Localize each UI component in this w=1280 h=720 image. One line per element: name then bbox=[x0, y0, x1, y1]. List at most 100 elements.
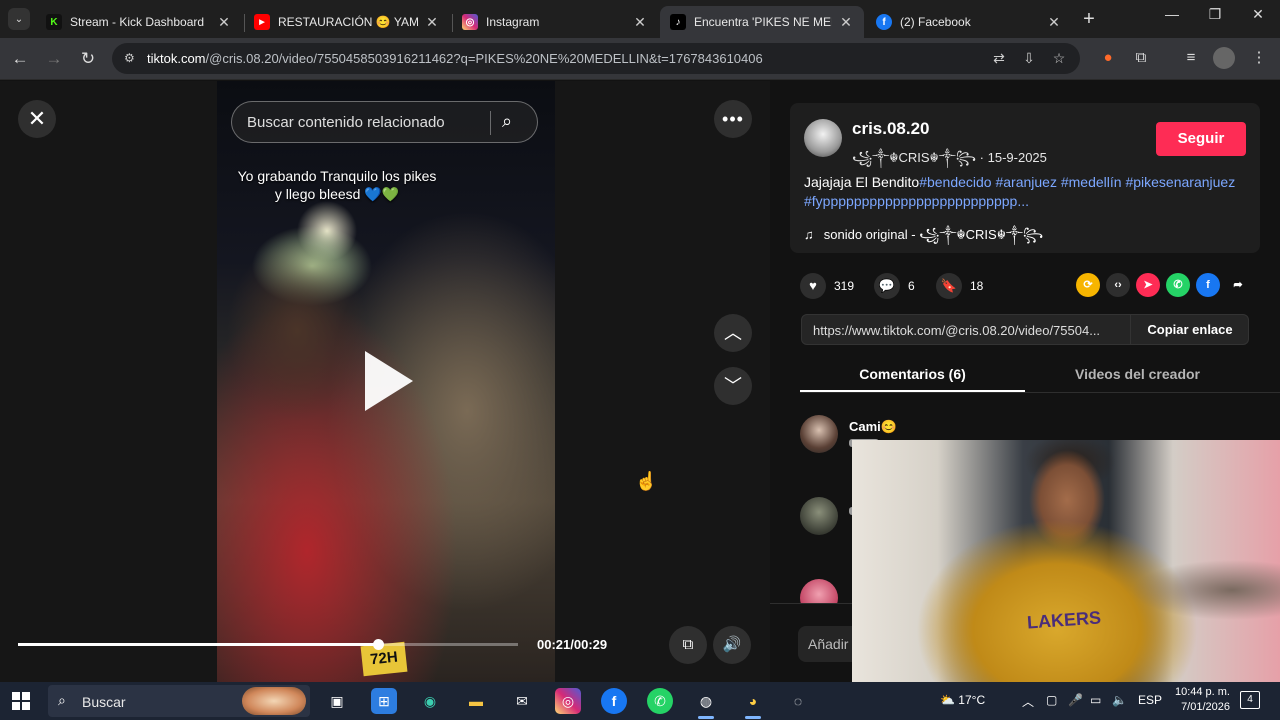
facebook-app-icon[interactable]: f bbox=[601, 688, 627, 714]
network-icon[interactable]: ▭ bbox=[1090, 693, 1101, 707]
more-options-icon[interactable]: ••• bbox=[714, 100, 752, 138]
weather-widget[interactable]: ⛅ 17°C bbox=[940, 693, 985, 707]
save-count: 18 bbox=[970, 279, 984, 293]
heart-icon: ♥ bbox=[800, 273, 826, 299]
commenter-avatar[interactable] bbox=[800, 497, 838, 535]
tab-kick[interactable]: K Stream - Kick Dashboard ✕ bbox=[36, 6, 242, 38]
url-domain: tiktok.com bbox=[147, 51, 206, 66]
extensions-puzzle-icon[interactable]: ⧉ bbox=[1130, 47, 1152, 69]
whatsapp-icon[interactable]: ✆ bbox=[1166, 273, 1190, 297]
search-highlight-image[interactable] bbox=[242, 687, 306, 715]
weather-temp: 17°C bbox=[958, 693, 986, 707]
translate-icon[interactable]: ⇄ bbox=[989, 50, 1009, 67]
minimize-icon[interactable]: — bbox=[1152, 6, 1192, 22]
repost-icon[interactable]: ⟳ bbox=[1076, 273, 1100, 297]
input-language[interactable]: ESP bbox=[1138, 693, 1162, 707]
install-app-icon[interactable]: ⇩ bbox=[1019, 50, 1039, 67]
mail-icon[interactable]: ✉ bbox=[509, 688, 535, 714]
creator-display-name: ꧁༒☬CRIS☬༒꧂ bbox=[852, 150, 977, 165]
tab-title: Stream - Kick Dashboard bbox=[70, 15, 205, 29]
whatsapp-app-icon[interactable]: ✆ bbox=[647, 688, 673, 714]
tab-title: RESTAURACIÓN 😊 YAMAHA bbox=[278, 15, 418, 29]
reload-icon[interactable]: ↻ bbox=[76, 47, 100, 71]
close-tab-icon[interactable]: ✕ bbox=[424, 14, 440, 31]
address-bar[interactable]: ⚙ tiktok.com/@cris.08.20/video/755045850… bbox=[112, 43, 1080, 74]
creator-avatar[interactable] bbox=[804, 119, 842, 157]
bookmark-star-icon[interactable]: ☆ bbox=[1049, 50, 1069, 67]
share-link-text[interactable]: https://www.tiktok.com/@cris.08.20/video… bbox=[813, 323, 1128, 338]
close-tab-icon[interactable]: ✕ bbox=[838, 14, 854, 31]
previous-video-icon[interactable]: ︿ bbox=[714, 314, 752, 352]
site-info-icon[interactable]: ⚙ bbox=[124, 51, 135, 65]
close-tab-icon[interactable]: ✕ bbox=[1046, 14, 1062, 31]
embed-icon[interactable]: ‹› bbox=[1106, 273, 1130, 297]
streamlabs-icon[interactable]: ◌ bbox=[785, 688, 811, 714]
tab-facebook[interactable]: f (2) Facebook ✕ bbox=[866, 6, 1072, 38]
task-view-icon[interactable]: ▣ bbox=[324, 688, 350, 714]
volume-icon[interactable]: 🔊 bbox=[713, 626, 751, 664]
close-window-icon[interactable]: ✕ bbox=[1238, 6, 1278, 23]
comment-count: 6 bbox=[908, 279, 915, 293]
chrome-menu-icon[interactable]: ⋮ bbox=[1248, 47, 1270, 69]
share-arrow-icon[interactable]: ➦ bbox=[1226, 273, 1250, 297]
close-tab-icon[interactable]: ✕ bbox=[216, 14, 232, 31]
tab-instagram[interactable]: ◎ Instagram ✕ bbox=[452, 6, 658, 38]
instagram-app-icon[interactable]: ◎ bbox=[555, 688, 581, 714]
obs-icon[interactable]: ◍ bbox=[693, 688, 719, 714]
file-explorer-icon[interactable]: ▬ bbox=[463, 688, 489, 714]
related-search-input[interactable]: Buscar contenido relacionado ⌕ bbox=[231, 101, 538, 143]
tray-app-icon[interactable]: ▢ bbox=[1046, 693, 1057, 707]
microphone-icon[interactable]: 🎤 bbox=[1068, 693, 1083, 707]
tray-expand-icon[interactable]: ︿ bbox=[1022, 693, 1034, 710]
comment-button[interactable]: 💬 6 bbox=[874, 273, 915, 299]
like-count: 319 bbox=[834, 279, 855, 293]
video-progress-bar[interactable] bbox=[18, 639, 518, 650]
close-tab-icon[interactable]: ✕ bbox=[632, 14, 648, 31]
close-icon[interactable]: ✕ bbox=[18, 100, 56, 138]
progress-handle[interactable] bbox=[373, 639, 384, 650]
forward-icon[interactable]: → bbox=[42, 47, 66, 71]
save-button[interactable]: 🔖 18 bbox=[936, 273, 983, 299]
follow-button[interactable]: Seguir bbox=[1156, 122, 1246, 156]
taskbar-search-box[interactable]: ⌕ Buscar bbox=[48, 685, 310, 717]
url-text[interactable]: tiktok.com/@cris.08.20/video/75504585039… bbox=[147, 51, 763, 66]
weather-icon: ⛅ bbox=[940, 693, 955, 707]
commenter-avatar[interactable] bbox=[800, 415, 838, 453]
video-viewer: ✕ Buscar contenido relacionado ⌕ Yo grab… bbox=[0, 81, 770, 682]
chrome-icon[interactable]: ◕ bbox=[740, 688, 766, 714]
taskbar-search-label: Buscar bbox=[82, 694, 126, 710]
description-text: Jajajaja El Bendito bbox=[804, 174, 920, 190]
back-icon[interactable]: ← bbox=[8, 47, 32, 71]
windows-taskbar: ⌕ Buscar ▣ ⊞ ◉ ▬ ✉ ◎ f ✆ ◍ ◕ ◌ ⛅ 17°C ︿ … bbox=[0, 682, 1280, 720]
tab-search-icon[interactable]: ⌄ bbox=[8, 8, 30, 30]
play-icon[interactable] bbox=[365, 351, 413, 411]
facebook-share-icon[interactable]: f bbox=[1196, 273, 1220, 297]
creator-username[interactable]: cris.08.20 bbox=[852, 119, 930, 139]
commenter-name[interactable]: Cami😊 bbox=[849, 419, 897, 435]
extension-fire-icon[interactable]: ● bbox=[1097, 47, 1119, 69]
search-icon: ⌕ bbox=[58, 692, 66, 708]
notification-center-icon[interactable]: 4 bbox=[1240, 691, 1260, 709]
copy-link-button[interactable]: Copiar enlace bbox=[1130, 315, 1249, 344]
comment-icon: 💬 bbox=[874, 273, 900, 299]
tab-youtube[interactable]: ▶ RESTAURACIÓN 😊 YAMAHA ✕ bbox=[244, 6, 450, 38]
speaker-icon[interactable]: 🔈 bbox=[1112, 693, 1127, 707]
microsoft-store-icon[interactable]: ⊞ bbox=[371, 688, 397, 714]
like-button[interactable]: ♥ 319 bbox=[800, 273, 854, 299]
system-clock[interactable]: 10:44 p. m. 7/01/2026 bbox=[1164, 685, 1230, 715]
tab-creator-videos[interactable]: Videos del creador bbox=[1025, 366, 1250, 382]
edge-icon[interactable]: ◉ bbox=[417, 688, 443, 714]
music-info[interactable]: ♫ sonido original - ꧁༒☬CRIS☬༒꧂ bbox=[804, 220, 1043, 257]
windows-start-icon[interactable] bbox=[12, 692, 30, 710]
tab-tiktok[interactable]: ♪ Encuentra 'PIKES NE MEDELL ✕ bbox=[660, 6, 864, 38]
send-to-friends-icon[interactable]: ➤ bbox=[1136, 273, 1160, 297]
next-video-icon[interactable]: ﹀ bbox=[714, 367, 752, 405]
tab-comments[interactable]: Comentarios (6) bbox=[800, 366, 1025, 382]
floating-player-icon[interactable]: ⧉ bbox=[669, 626, 707, 664]
search-icon[interactable]: ⌕ bbox=[502, 111, 512, 132]
restore-icon[interactable]: ❐ bbox=[1195, 6, 1235, 23]
new-tab-icon[interactable]: + bbox=[1078, 8, 1100, 31]
media-queue-icon[interactable]: ≡ bbox=[1180, 47, 1202, 69]
video-player[interactable]: Buscar contenido relacionado ⌕ Yo graban… bbox=[217, 81, 555, 682]
profile-avatar-icon[interactable] bbox=[1213, 47, 1235, 69]
